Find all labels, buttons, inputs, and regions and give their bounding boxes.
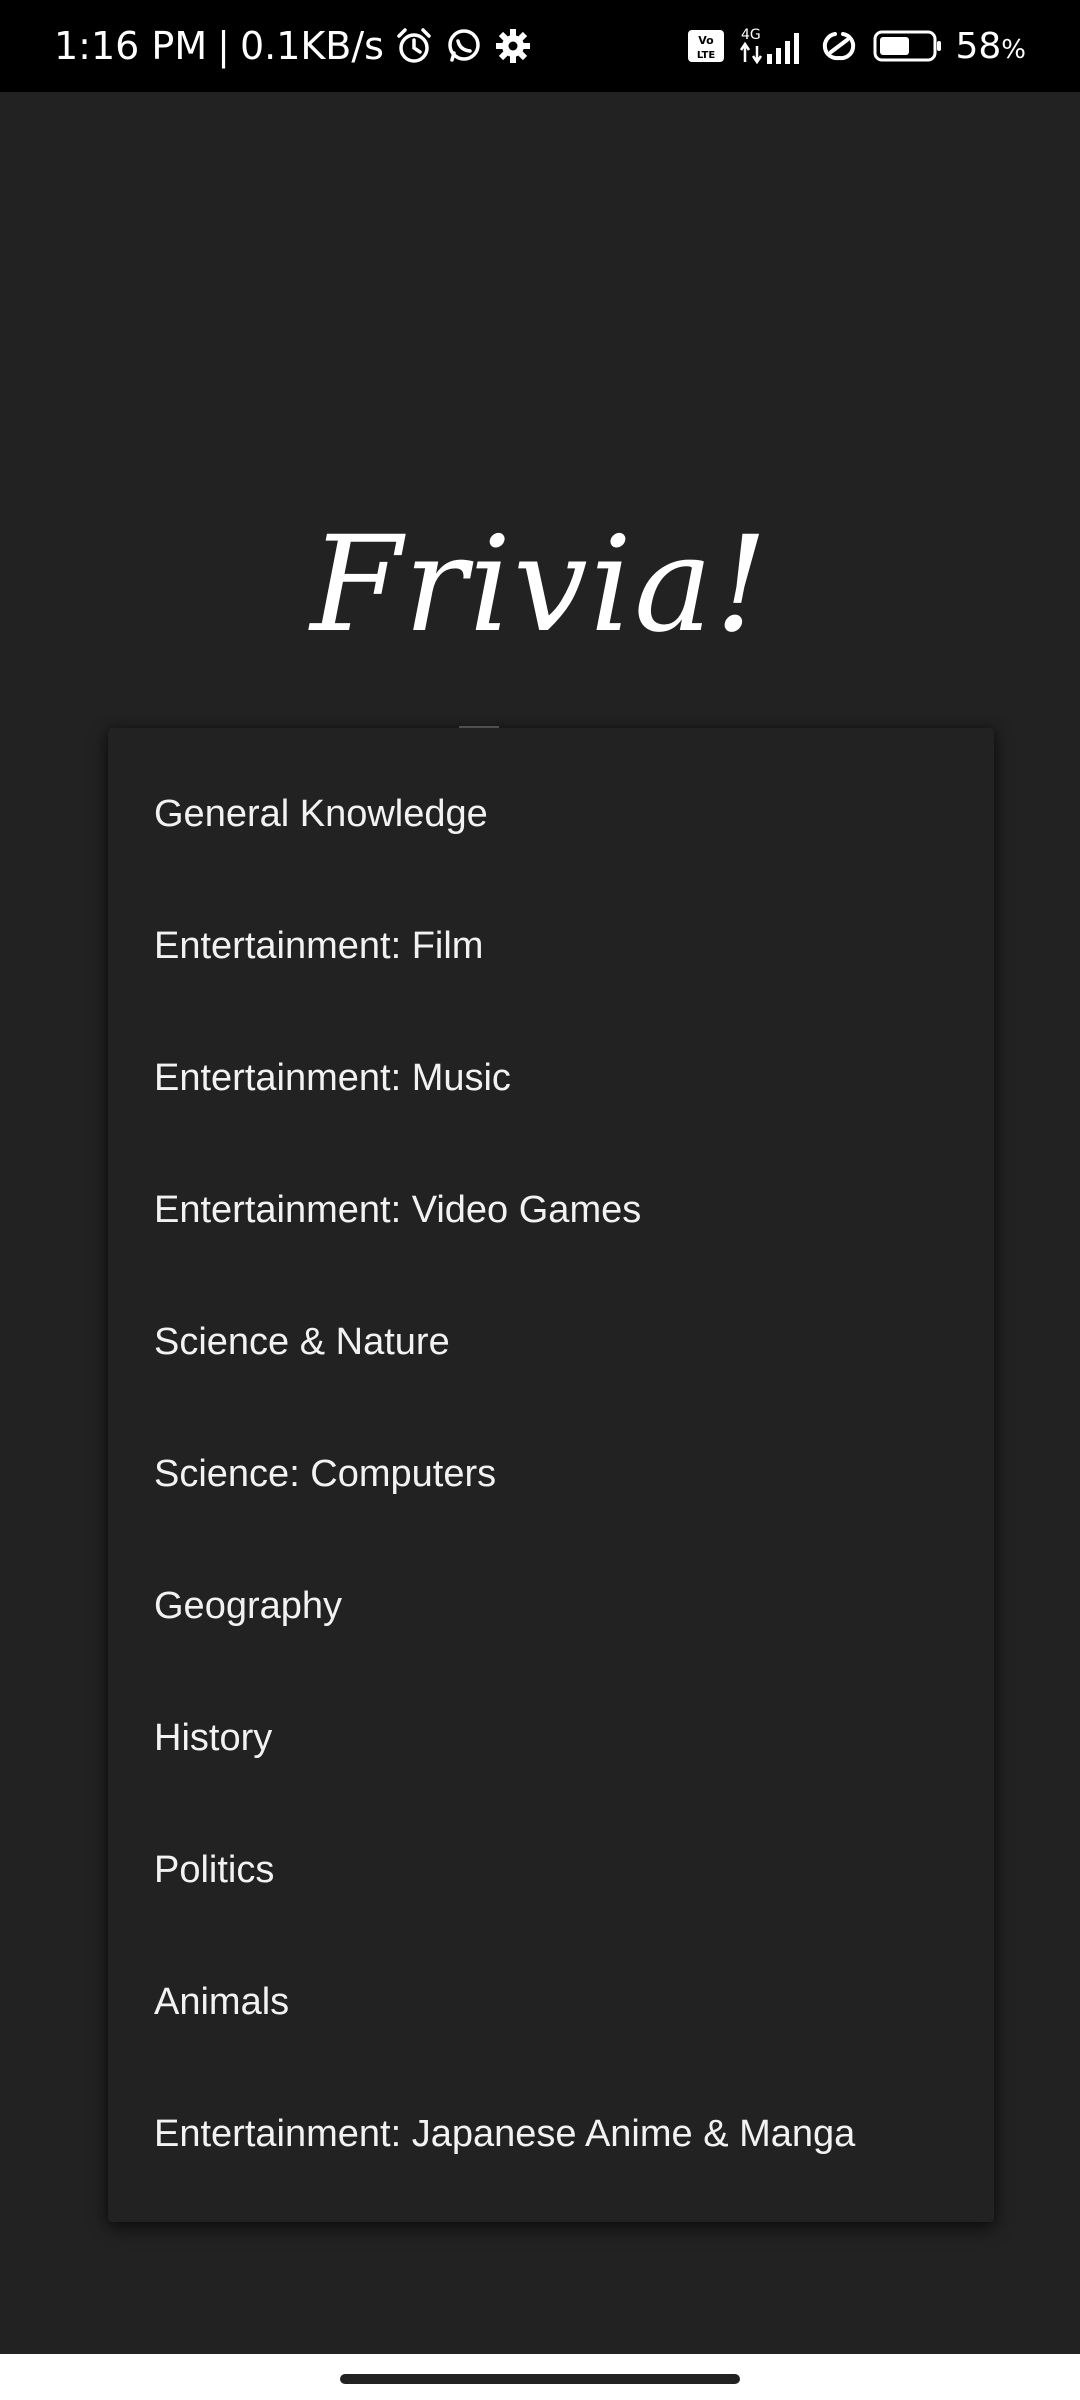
home-gesture-handle[interactable] <box>340 2374 740 2384</box>
signal-icon: 4G <box>737 26 805 66</box>
svg-text:Vo: Vo <box>699 34 715 47</box>
alarm-icon <box>394 26 434 66</box>
app-screen: 1:16 PM | 0.1KB/s Vo LTE 4G 58% Frivia! … <box>0 0 1080 2400</box>
battery-icon <box>873 29 943 63</box>
category-menu-item[interactable]: Entertainment: Music <box>108 1012 994 1144</box>
category-menu-item[interactable]: Entertainment: Video Games <box>108 1144 994 1276</box>
volte-icon: Vo LTE <box>687 29 725 63</box>
category-menu-item[interactable]: Politics <box>108 1804 994 1936</box>
gear-icon <box>494 27 532 65</box>
category-dropdown-menu: General Knowledge Entertainment: Film Ente… <box>108 728 994 2222</box>
category-menu-item[interactable]: General Knowledge <box>108 748 994 880</box>
category-menu-item[interactable]: Science: Computers <box>108 1408 994 1540</box>
status-right: Vo LTE 4G 58% <box>687 0 1026 92</box>
app-title: Frivia! <box>310 508 770 662</box>
whatsapp-icon <box>444 26 484 66</box>
status-network-speed: 0.1KB/s <box>239 24 384 68</box>
category-menu-item[interactable]: Geography <box>108 1540 994 1672</box>
category-menu-item[interactable]: History <box>108 1672 994 1804</box>
category-menu-item[interactable]: Entertainment: Japanese Anime & Manga <box>108 2068 994 2200</box>
status-time: 1:16 PM <box>54 24 208 68</box>
status-separator: | <box>217 24 230 68</box>
hotspot-icon <box>817 28 861 64</box>
svg-text:LTE: LTE <box>697 50 716 61</box>
battery-percentage: 58% <box>955 25 1026 67</box>
status-bar: 1:16 PM | 0.1KB/s Vo LTE 4G 58% <box>0 0 1080 92</box>
status-left: 1:16 PM | 0.1KB/s <box>54 0 532 92</box>
category-menu-item[interactable]: Entertainment: Film <box>108 880 994 1012</box>
category-menu-item[interactable]: Science & Nature <box>108 1276 994 1408</box>
svg-text:4G: 4G <box>741 27 761 43</box>
category-menu-item[interactable]: Animals <box>108 1936 994 2068</box>
